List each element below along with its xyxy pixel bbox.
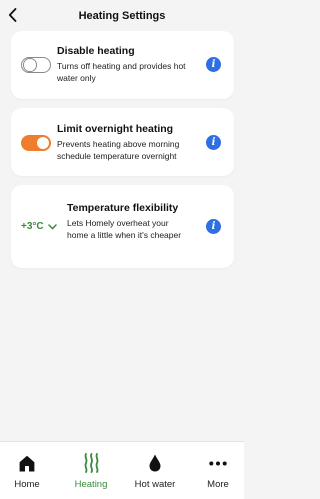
- flexibility-value: +3°C: [21, 221, 44, 232]
- limit-overnight-toggle[interactable]: [21, 135, 51, 151]
- tab-more[interactable]: More: [196, 442, 240, 499]
- toggle-knob: [23, 58, 37, 72]
- disable-heating-toggle[interactable]: [21, 57, 51, 73]
- temperature-flexibility-dropdown[interactable]: +3°C: [21, 221, 57, 232]
- more-dots-icon: [209, 461, 227, 465]
- card-description: Prevents heating above morning schedule …: [57, 139, 180, 161]
- card-title: Limit overnight heating: [57, 123, 174, 135]
- page-title: Heating Settings: [78, 9, 166, 22]
- info-icon[interactable]: i: [206, 57, 221, 72]
- home-icon: [19, 455, 35, 471]
- tab-home[interactable]: Home: [4, 442, 50, 499]
- toggle-knob: [36, 136, 49, 149]
- heating-icon: [84, 453, 98, 473]
- bottom-tab-bar: Home Heating Hot water More: [0, 441, 244, 499]
- card-title: Disable heating: [57, 45, 135, 57]
- card-description: Lets Homely overheat your home a little …: [67, 218, 182, 240]
- card-description: Turns off heating and provides hot water…: [57, 61, 186, 83]
- info-icon[interactable]: i: [206, 219, 221, 234]
- chevron-left-icon: [8, 8, 16, 22]
- tab-label: More: [207, 479, 229, 490]
- temperature-flexibility-card: +3°C Temperature flexibility Lets Homely…: [11, 185, 234, 268]
- limit-overnight-card: Limit overnight heating Prevents heating…: [11, 108, 234, 176]
- tab-heating[interactable]: Heating: [66, 442, 116, 499]
- header: Heating Settings: [0, 0, 244, 30]
- disable-heating-card: Disable heating Turns off heating and pr…: [11, 31, 234, 99]
- back-button[interactable]: [4, 6, 20, 24]
- tab-label: Heating: [74, 479, 108, 490]
- tab-hot-water[interactable]: Hot water: [128, 442, 182, 499]
- tab-label: Hot water: [134, 479, 176, 490]
- tab-label: Home: [14, 479, 40, 490]
- info-icon[interactable]: i: [206, 135, 221, 150]
- chevron-down-icon: [47, 223, 57, 229]
- card-title: Temperature flexibility: [67, 202, 179, 214]
- water-drop-icon: [149, 454, 161, 472]
